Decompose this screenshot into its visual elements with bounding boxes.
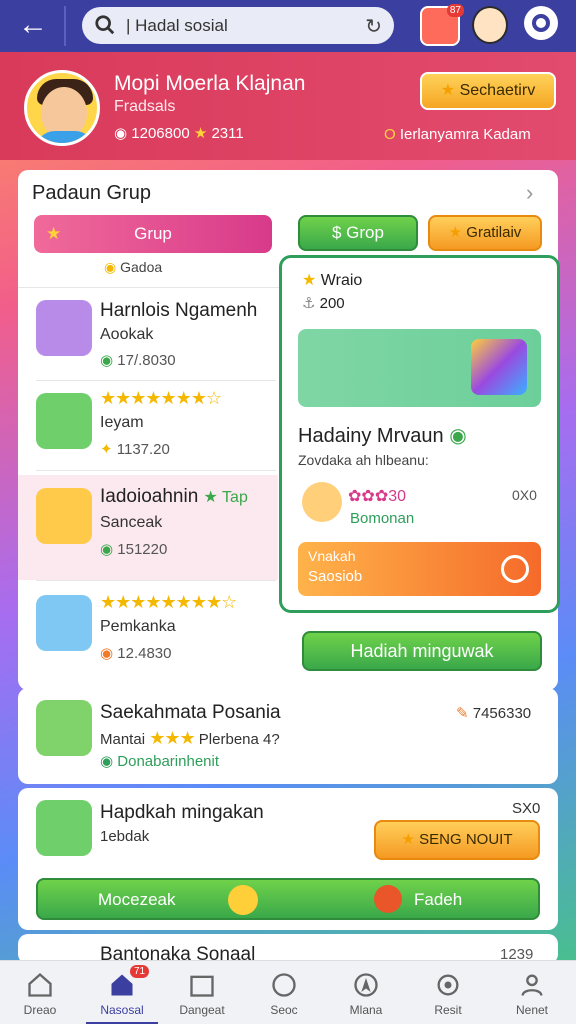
- profile-name: Mopi Moerla Klajnan: [114, 72, 306, 95]
- avatar[interactable]: [24, 70, 100, 146]
- chat-icon: [272, 973, 296, 997]
- settings-icon[interactable]: [524, 6, 558, 40]
- divider: [36, 470, 276, 471]
- item-thumbnail: [36, 700, 92, 756]
- nav-chat[interactable]: Seoc: [248, 961, 320, 1024]
- chevron-right-icon[interactable]: ›: [526, 180, 533, 206]
- star-icon: ★: [448, 224, 463, 241]
- popup-stars: ✿✿✿30: [348, 488, 407, 505]
- grup-button[interactable]: ★ Grup: [34, 215, 272, 253]
- popup-name: Bomonan: [350, 510, 415, 527]
- profile-icon: [521, 974, 543, 996]
- popup-num: ⚓ 200: [302, 295, 345, 312]
- group-sub: ◉ Gadoa: [104, 259, 163, 275]
- popup-sub: Zovdaka ah hlbeanu:: [298, 452, 429, 468]
- divider: [64, 6, 66, 46]
- bottom-nav: Dreao 71 Nasosal Dangeat Seoc Mlana Resi…: [0, 960, 576, 1024]
- list-item-sub: Ieyam: [100, 414, 144, 431]
- popup-claim-button[interactable]: Vnakah Saosiob: [298, 542, 541, 596]
- back-arrow-icon[interactable]: ←: [18, 10, 52, 42]
- list-item-name: Harnlois Ngamenh: [100, 300, 258, 321]
- divider: [36, 380, 276, 381]
- refresh-icon[interactable]: ↻: [365, 14, 382, 39]
- rating-stars: ★★★★★★★★☆: [100, 592, 237, 612]
- entry-sub: 1ebdak: [100, 828, 150, 845]
- calendar-icon: [190, 975, 214, 997]
- nav-badge: 71: [130, 965, 150, 978]
- nav-social[interactable]: 71 Nasosal: [86, 961, 158, 1024]
- profile-subtitle: Fradsals: [114, 98, 176, 115]
- entry-action-button[interactable]: ★ SENG NOUIT: [374, 820, 540, 860]
- profile-stats: ◉ 1206800 ★ 2311: [114, 125, 244, 142]
- search-input[interactable]: | Hadal sosial: [126, 16, 228, 36]
- coin-icon: [228, 885, 258, 915]
- list-item-num: ◉ 151220: [100, 541, 168, 558]
- item-thumbnail: [36, 800, 92, 856]
- map-icon: [354, 973, 378, 997]
- list-item-num: ◉ 12.4830: [100, 645, 172, 662]
- gratuit-button[interactable]: ★ Gratilaiv: [428, 215, 542, 251]
- popup-banner: [298, 329, 541, 407]
- group-button[interactable]: $ Grop: [298, 215, 418, 251]
- divider: [36, 580, 276, 581]
- entry-status: ◉ Donabarinhenit: [100, 753, 220, 770]
- entry-sub: Mantai ★★★ Plerbena 4?: [100, 728, 280, 748]
- search-icon: [95, 15, 115, 35]
- coin-icon: ◉: [114, 125, 128, 142]
- home-icon: [28, 972, 52, 997]
- badge-icon: [374, 885, 402, 913]
- entry-value: SX0: [512, 800, 541, 817]
- group-title: Padaun Grup: [32, 182, 151, 204]
- list-item-name: Iadoioahnin ★ Tap: [100, 486, 248, 507]
- list-item-num: ◉ 17/.8030: [100, 352, 176, 369]
- gift-box-icon: [471, 339, 527, 395]
- popup-heading: Hadainy Mrvaun ◉: [298, 425, 467, 447]
- item-thumbnail: [36, 488, 92, 544]
- entry-name: Hapdkah mingakan: [100, 802, 264, 823]
- game-icon[interactable]: 87: [420, 4, 464, 46]
- entry-card: [18, 688, 558, 784]
- item-thumbnail: [36, 300, 92, 356]
- search-bar[interactable]: | Hadal sosial ↻: [82, 7, 394, 44]
- star-icon: ★: [401, 831, 415, 848]
- gear-icon: [501, 555, 529, 583]
- divider: [18, 287, 280, 288]
- gear-icon: [437, 974, 459, 996]
- avatar-icon[interactable]: [472, 6, 508, 44]
- profile-note: O Ierlanyamra Kadam: [384, 126, 531, 143]
- popup-title: ★ Wraio: [302, 272, 363, 289]
- star-icon: ★: [440, 82, 456, 99]
- entry-bar[interactable]: Mocezeak Fadeh: [36, 878, 540, 920]
- key-icon: ✎: [456, 705, 469, 722]
- popup-value: 0X0: [512, 487, 537, 503]
- list-item-sub: Aookak: [100, 326, 154, 343]
- gift-thumbnail: [36, 595, 92, 651]
- list-item-num: ✦ 1137.20: [100, 441, 170, 458]
- hadiah-button[interactable]: Hadiah minguwak: [302, 631, 542, 671]
- list-item-sub: Pemkanka: [100, 618, 176, 635]
- nav-map[interactable]: Mlana: [330, 961, 402, 1024]
- item-thumbnail: [36, 393, 92, 449]
- profile-action-button[interactable]: ★ Sechaetirv: [420, 72, 556, 110]
- list-item-sub: Sanceak: [100, 514, 163, 531]
- avatar: [302, 482, 342, 522]
- game-badge: 87: [446, 4, 464, 17]
- nav-home[interactable]: Dreao: [4, 961, 76, 1024]
- star-icon: ★: [46, 224, 62, 243]
- entry-value: ✎ 7456330: [456, 705, 532, 722]
- rating-stars: ★★★★★★★☆: [100, 388, 222, 408]
- nav-profile[interactable]: Nenet: [496, 961, 568, 1024]
- nav-calendar[interactable]: Dangeat: [166, 961, 238, 1024]
- coin-icon: ◉: [104, 259, 117, 275]
- ring-icon: O: [384, 126, 396, 143]
- nav-settings[interactable]: Resit: [412, 961, 484, 1024]
- star-icon: ★: [193, 125, 208, 142]
- entry-name: Saekahmata Posania: [100, 702, 281, 723]
